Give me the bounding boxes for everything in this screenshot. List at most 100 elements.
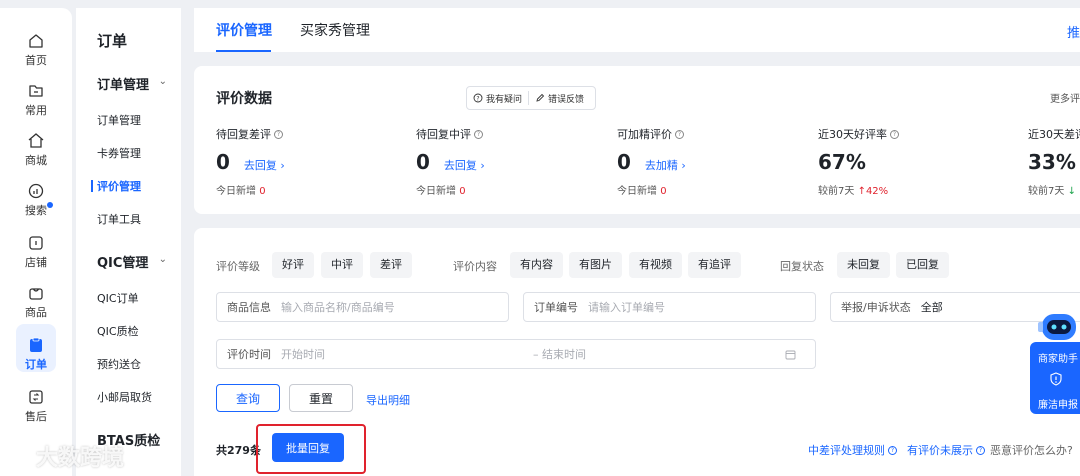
metric-label: 可加精评价 xyxy=(617,128,672,141)
active-indicator xyxy=(91,180,93,192)
hidden-reviews-link[interactable]: 有评价未展示 xyxy=(907,442,973,458)
rail-item-after-sale[interactable]: 售后 xyxy=(0,384,72,432)
folder-icon xyxy=(29,85,43,97)
metric-sub-value: 0 xyxy=(459,186,466,197)
tab-bar: 评价管理 买家秀管理 推 xyxy=(194,8,1080,52)
subnav-item-order-management[interactable]: 订单管理 xyxy=(97,112,141,128)
metric-sub-label: 今日新增 xyxy=(416,186,456,197)
rule-link-group[interactable]: 中差评处理规则 ? xyxy=(808,442,897,458)
chip-replied[interactable]: 已回复 xyxy=(896,252,949,278)
chip-has-image[interactable]: 有图片 xyxy=(569,252,622,278)
subnav-item-qic-inspection[interactable]: QIC质检 xyxy=(97,323,139,339)
rail-item-store[interactable]: 店铺 xyxy=(0,230,72,278)
tab-buyer-show[interactable]: 买家秀管理 xyxy=(300,20,370,40)
rail-label-search: 搜索 xyxy=(25,204,47,217)
metric-sub-value: 0 xyxy=(259,186,266,197)
info-icon[interactable]: ? xyxy=(274,129,283,139)
rail-item-products[interactable]: 商品 xyxy=(0,280,72,328)
calendar-icon[interactable] xyxy=(785,349,796,360)
batch-reply-button[interactable]: 批量回复 xyxy=(272,433,344,462)
chip-has-video[interactable]: 有视频 xyxy=(629,252,682,278)
chip-unreplied[interactable]: 未回复 xyxy=(837,252,890,278)
reply-label: 回复状态 xyxy=(780,260,824,273)
malicious-review-help[interactable]: 恶意评价怎么办? xyxy=(990,442,1073,458)
info-icon[interactable]: ? xyxy=(675,129,684,139)
rail-label-home: 首页 xyxy=(25,54,47,67)
help-button[interactable]: ? 我有疑问 xyxy=(467,92,528,105)
rail-label-after-sale: 售后 xyxy=(25,410,47,423)
rail-item-search[interactable]: 搜索 xyxy=(0,178,72,226)
after-sale-icon xyxy=(29,390,43,404)
subnav-group-qic[interactable]: QIC管理 xyxy=(97,252,148,271)
level-label: 评价等级 xyxy=(216,260,260,273)
metric-value: 33% xyxy=(1028,150,1076,174)
subnav-item-order-tools[interactable]: 订单工具 xyxy=(97,211,141,227)
info-icon: ? xyxy=(976,445,985,455)
home-icon xyxy=(29,34,43,48)
export-details-link[interactable]: 导出明细 xyxy=(366,392,410,408)
order-number-field[interactable]: 订单编号 请输入订单编号 xyxy=(523,292,816,322)
metric-value: 0 xyxy=(416,150,430,174)
assistant-title[interactable]: 商家助手 xyxy=(1038,350,1078,365)
content-label: 评价内容 xyxy=(453,260,497,273)
more-reviews-link[interactable]: 更多评 xyxy=(1050,90,1080,105)
go-feature-link[interactable]: 去加精 › xyxy=(645,157,686,173)
metric-sub-label: 较前7天 xyxy=(1028,186,1065,197)
order-icon xyxy=(30,337,42,352)
subnav-item-reviews[interactable]: 评价管理 xyxy=(97,178,141,194)
tab-review-management[interactable]: 评价管理 xyxy=(216,20,272,40)
metric-featurable: 可加精评价? 0 去加精 › 今日新增 0 xyxy=(617,126,686,197)
watermark-icon xyxy=(11,448,26,463)
metric-label: 待回复差评 xyxy=(216,128,271,141)
edit-icon xyxy=(536,93,545,102)
assistant-robot-icon[interactable] xyxy=(1036,310,1080,346)
rail-item-favorites[interactable]: 常用 xyxy=(0,78,72,126)
metric-value: 67% xyxy=(818,150,866,174)
rail-label-products: 商品 xyxy=(25,306,47,319)
reset-button[interactable]: 重置 xyxy=(289,384,353,412)
search-chart-icon xyxy=(28,183,44,199)
chip-has-followup[interactable]: 有追评 xyxy=(688,252,741,278)
negative-review-rules-link[interactable]: 中差评处理规则 xyxy=(808,442,885,458)
stats-title: 评价数据 xyxy=(216,91,272,107)
rail-label-mall: 商城 xyxy=(25,154,47,167)
order-number-label: 订单编号 xyxy=(534,301,578,314)
metric-pending-negative: 待回复差评? 0 去回复 › 今日新增 0 xyxy=(216,126,285,197)
query-button[interactable]: 查询 xyxy=(216,384,280,412)
start-time-input[interactable]: 开始时间 xyxy=(281,346,533,362)
rail-item-mall[interactable]: 商城 xyxy=(0,128,72,176)
subnav-item-warehouse-booking[interactable]: 预约送仓 xyxy=(97,356,141,372)
report-status-label: 举报/申诉状态 xyxy=(841,301,911,314)
rail-item-orders[interactable]: 订单 xyxy=(0,332,72,380)
product-info-field[interactable]: 商品信息 输入商品名称/商品编号 xyxy=(216,292,509,322)
end-time-input[interactable]: – 结束时间 xyxy=(533,346,785,362)
hidden-review-link-group[interactable]: 有评价未展示 ? xyxy=(907,442,985,458)
report-status-value: 全部 xyxy=(920,301,943,314)
review-time-range[interactable]: 评价时间 开始时间 – 结束时间 xyxy=(216,339,816,369)
metric-sub-label: 今日新增 xyxy=(617,186,657,197)
chip-positive[interactable]: 好评 xyxy=(272,252,314,278)
chevron-down-icon[interactable]: ⌄ xyxy=(159,254,167,265)
merchant-assistant-panel[interactable]: 商家助手 廉洁申报 xyxy=(1030,342,1080,414)
store-icon xyxy=(29,236,43,250)
chevron-down-icon[interactable]: ⌄ xyxy=(159,76,167,87)
info-icon[interactable]: ? xyxy=(474,129,483,139)
rail-item-home[interactable]: 首页 xyxy=(0,28,72,76)
chip-negative[interactable]: 差评 xyxy=(370,252,412,278)
notification-dot xyxy=(47,202,53,208)
tab-edge-link[interactable]: 推 xyxy=(1067,22,1080,41)
go-reply-link[interactable]: 去回复 › xyxy=(444,157,485,173)
subnav-item-post-pickup[interactable]: 小邮局取货 xyxy=(97,389,152,405)
integrity-report-link[interactable]: 廉洁申报 xyxy=(1038,396,1078,411)
subnav-item-coupons[interactable]: 卡券管理 xyxy=(97,145,141,161)
info-icon[interactable]: ? xyxy=(890,129,899,139)
help-feedback-group: ? 我有疑问 错误反馈 xyxy=(466,86,596,110)
subnav-group-orders[interactable]: 订单管理 xyxy=(97,74,149,93)
metric-label: 待回复中评 xyxy=(416,128,471,141)
chip-has-content[interactable]: 有内容 xyxy=(510,252,563,278)
feedback-button[interactable]: 错误反馈 xyxy=(529,92,590,105)
subnav-item-qic-orders[interactable]: QIC订单 xyxy=(97,290,139,306)
chip-neutral[interactable]: 中评 xyxy=(321,252,363,278)
go-reply-link[interactable]: 去回复 › xyxy=(244,157,285,173)
app-rail: 首页 常用 商城 搜索 店铺 商品 订单 售后 xyxy=(0,8,72,476)
